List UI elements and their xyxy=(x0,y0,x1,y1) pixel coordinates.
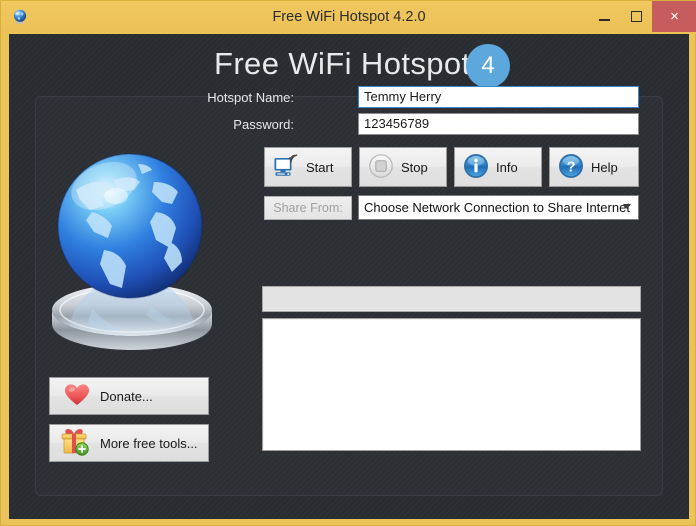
donate-label: Donate... xyxy=(100,388,153,404)
info-label: Info xyxy=(496,159,518,175)
more-free-tools-label: More free tools... xyxy=(100,435,198,451)
info-circle-icon xyxy=(463,153,489,182)
donate-button[interactable]: Donate... xyxy=(49,377,209,415)
connected-clients-header xyxy=(262,286,641,312)
start-button[interactable]: Start xyxy=(264,147,352,187)
maximize-icon xyxy=(630,11,642,22)
svg-text:?: ? xyxy=(567,159,576,175)
stop-button[interactable]: Stop xyxy=(359,147,447,187)
version-badge: 4 xyxy=(466,44,510,88)
start-label: Start xyxy=(306,159,334,175)
network-connection-dropdown[interactable]: Choose Network Connection to Share Inter… xyxy=(358,195,639,220)
gift-icon xyxy=(60,428,90,459)
password-label: Password: xyxy=(233,117,294,132)
info-button[interactable]: Info xyxy=(454,147,542,187)
globe-illustration xyxy=(42,134,222,364)
maximize-button[interactable] xyxy=(620,1,652,32)
network-connection-value: Choose Network Connection to Share Inter… xyxy=(364,200,630,215)
client-area: Free WiFi Hotspot 4 Donate... More free … xyxy=(9,34,689,519)
monitor-wifi-icon xyxy=(273,153,299,182)
app-window: Free WiFi Hotspot 4.2.0 × Free WiFi Hots… xyxy=(0,0,696,526)
close-icon: × xyxy=(670,8,679,25)
stop-circle-icon xyxy=(368,153,394,182)
chevron-down-icon xyxy=(623,204,631,209)
app-header: Free WiFi Hotspot 4 xyxy=(9,34,689,92)
minimize-icon xyxy=(598,18,610,21)
window-controls: × xyxy=(588,1,696,32)
heart-icon xyxy=(64,383,90,410)
page-title: Free WiFi Hotspot xyxy=(214,46,471,81)
help-label: Help xyxy=(591,159,618,175)
hotspot-name-input[interactable]: Temmy Herry xyxy=(358,86,639,108)
share-from-button[interactable]: Share From: xyxy=(264,196,352,220)
stop-label: Stop xyxy=(401,159,428,175)
more-free-tools-button[interactable]: More free tools... xyxy=(49,424,209,462)
hotspot-name-label: Hotspot Name: xyxy=(207,90,294,105)
minimize-button[interactable] xyxy=(588,1,620,32)
connected-clients-list[interactable] xyxy=(262,318,641,451)
help-circle-icon: ? xyxy=(558,153,584,182)
password-input[interactable]: 123456789 xyxy=(358,113,639,135)
help-button[interactable]: ? Help xyxy=(549,147,639,187)
close-button[interactable]: × xyxy=(652,1,696,32)
title-bar: Free WiFi Hotspot 4.2.0 × xyxy=(1,1,696,34)
